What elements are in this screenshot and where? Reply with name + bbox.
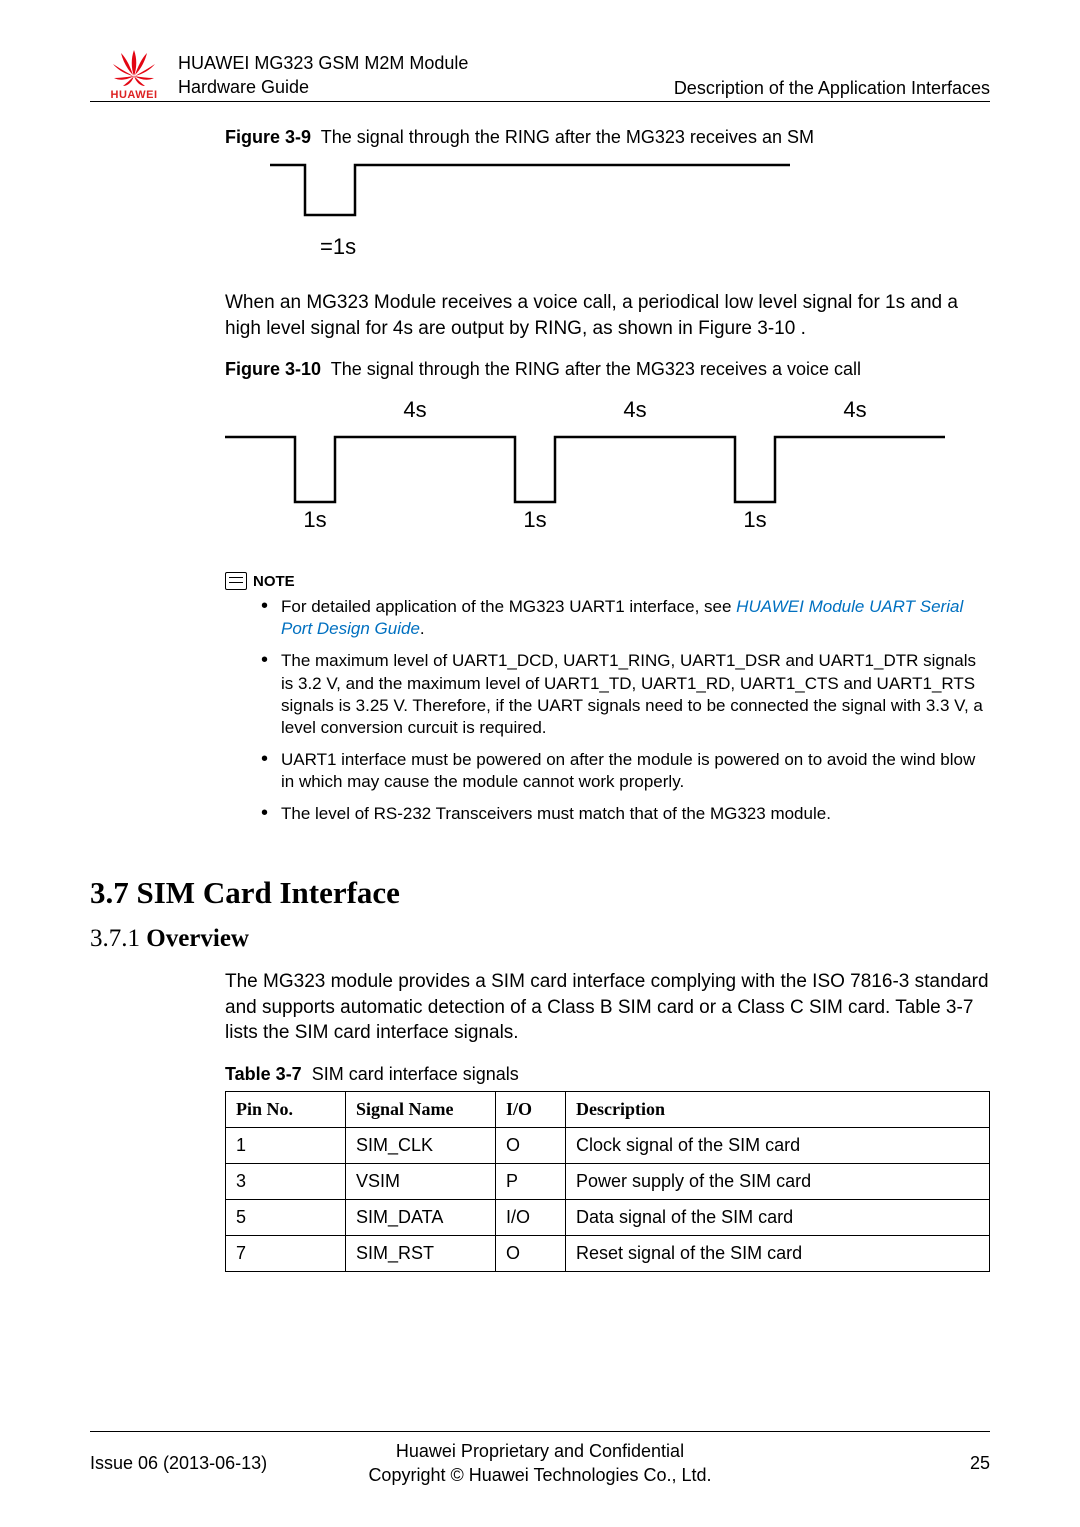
- cell-signal: SIM_DATA: [346, 1200, 496, 1236]
- th-pin: Pin No.: [226, 1092, 346, 1128]
- doc-title: HUAWEI MG323 GSM M2M Module: [178, 52, 674, 75]
- low-label-1: 1s: [523, 507, 546, 532]
- cell-pin: 5: [226, 1200, 346, 1236]
- table-row: 7 SIM_RST O Reset signal of the SIM card: [226, 1236, 990, 1272]
- section-heading: 3.7 SIM Card Interface: [90, 875, 990, 911]
- overview-content: The MG323 module provides a SIM card int…: [225, 969, 990, 1272]
- subsection-heading: 3.7.1 Overview: [90, 925, 990, 953]
- figure-3-9-annotation: =1s: [320, 234, 990, 260]
- figure-3-10: 4s 4s 4s 1s 1s 1s: [225, 392, 990, 532]
- note-block: NOTE For detailed application of the MG3…: [225, 572, 990, 825]
- cell-desc: Reset signal of the SIM card: [566, 1236, 990, 1272]
- note-item-0: For detailed application of the MG323 UA…: [261, 596, 990, 640]
- cell-signal: SIM_CLK: [346, 1128, 496, 1164]
- high-label-2: 4s: [843, 397, 866, 422]
- huawei-flower-icon: [111, 50, 157, 88]
- ring-sm-waveform: [270, 160, 790, 230]
- section-number: 3.7: [90, 875, 129, 910]
- high-label-0: 4s: [403, 397, 426, 422]
- note-heading: NOTE: [225, 572, 990, 590]
- figure-3-10-label: Figure 3-10: [225, 359, 321, 379]
- table-row: 1 SIM_CLK O Clock signal of the SIM card: [226, 1128, 990, 1164]
- logo-text: HUAWEI: [111, 89, 158, 101]
- figure-3-9-caption: Figure 3-9 The signal through the RING a…: [225, 127, 990, 148]
- cell-io: I/O: [496, 1200, 566, 1236]
- note-item-3: The level of RS-232 Transceivers must ma…: [261, 803, 990, 825]
- table-header-row: Pin No. Signal Name I/O Description: [226, 1092, 990, 1128]
- figure-3-9: =1s: [270, 160, 990, 260]
- subsection-title: Overview: [146, 925, 249, 952]
- paragraph-voice-call: When an MG323 Module receives a voice ca…: [225, 290, 990, 341]
- doc-subtitle: Hardware Guide: [178, 76, 674, 99]
- th-io: I/O: [496, 1092, 566, 1128]
- figure-3-9-label: Figure 3-9: [225, 127, 311, 147]
- note-0-post: .: [420, 619, 425, 638]
- table-3-7-label: Table 3-7: [225, 1064, 302, 1084]
- cell-pin: 1: [226, 1128, 346, 1164]
- overview-paragraph: The MG323 module provides a SIM card int…: [225, 969, 990, 1046]
- footer-line1: Huawei Proprietary and Confidential: [396, 1441, 684, 1461]
- cell-pin: 3: [226, 1164, 346, 1200]
- page-content: Figure 3-9 The signal through the RING a…: [225, 127, 990, 825]
- huawei-logo: HUAWEI: [90, 50, 178, 101]
- header-section-name: Description of the Application Interface…: [674, 78, 990, 99]
- note-0-pre: For detailed application of the MG323 UA…: [281, 597, 736, 616]
- note-book-icon: [225, 572, 247, 590]
- sim-interface-table: Pin No. Signal Name I/O Description 1 SI…: [225, 1091, 990, 1272]
- low-label-2: 1s: [743, 507, 766, 532]
- cell-desc: Power supply of the SIM card: [566, 1164, 990, 1200]
- note-item-1: The maximum level of UART1_DCD, UART1_RI…: [261, 650, 990, 738]
- cell-io: O: [496, 1236, 566, 1272]
- footer-issue: Issue 06 (2013-06-13): [90, 1453, 315, 1474]
- ring-voice-waveform: 4s 4s 4s 1s 1s 1s: [225, 392, 945, 532]
- table-row: 5 SIM_DATA I/O Data signal of the SIM ca…: [226, 1200, 990, 1236]
- cell-io: P: [496, 1164, 566, 1200]
- note-item-2: UART1 interface must be powered on after…: [261, 749, 990, 793]
- cell-desc: Clock signal of the SIM card: [566, 1128, 990, 1164]
- subsection-number: 3.7.1: [90, 925, 140, 952]
- header-titles: HUAWEI MG323 GSM M2M Module Hardware Gui…: [178, 52, 674, 99]
- note-title: NOTE: [253, 573, 295, 590]
- footer-page: 25: [765, 1453, 990, 1474]
- cell-pin: 7: [226, 1236, 346, 1272]
- footer-line2: Copyright © Huawei Technologies Co., Ltd…: [368, 1465, 711, 1485]
- th-desc: Description: [566, 1092, 990, 1128]
- figure-3-9-text: The signal through the RING after the MG…: [321, 127, 814, 147]
- th-signal: Signal Name: [346, 1092, 496, 1128]
- high-label-1: 4s: [623, 397, 646, 422]
- note-list: For detailed application of the MG323 UA…: [225, 596, 990, 825]
- page-footer: Issue 06 (2013-06-13) Huawei Proprietary…: [90, 1431, 990, 1487]
- cell-desc: Data signal of the SIM card: [566, 1200, 990, 1236]
- page-header: HUAWEI HUAWEI MG323 GSM M2M Module Hardw…: [90, 50, 990, 102]
- figure-3-10-text: The signal through the RING after the MG…: [331, 359, 861, 379]
- cell-signal: SIM_RST: [346, 1236, 496, 1272]
- low-label-0: 1s: [303, 507, 326, 532]
- cell-signal: VSIM: [346, 1164, 496, 1200]
- table-3-7-text: SIM card interface signals: [312, 1064, 519, 1084]
- cell-io: O: [496, 1128, 566, 1164]
- table-row: 3 VSIM P Power supply of the SIM card: [226, 1164, 990, 1200]
- figure-3-10-caption: Figure 3-10 The signal through the RING …: [225, 359, 990, 380]
- section-title: SIM Card Interface: [137, 875, 400, 910]
- table-3-7-caption: Table 3-7 SIM card interface signals: [225, 1064, 990, 1085]
- footer-center: Huawei Proprietary and Confidential Copy…: [315, 1440, 765, 1487]
